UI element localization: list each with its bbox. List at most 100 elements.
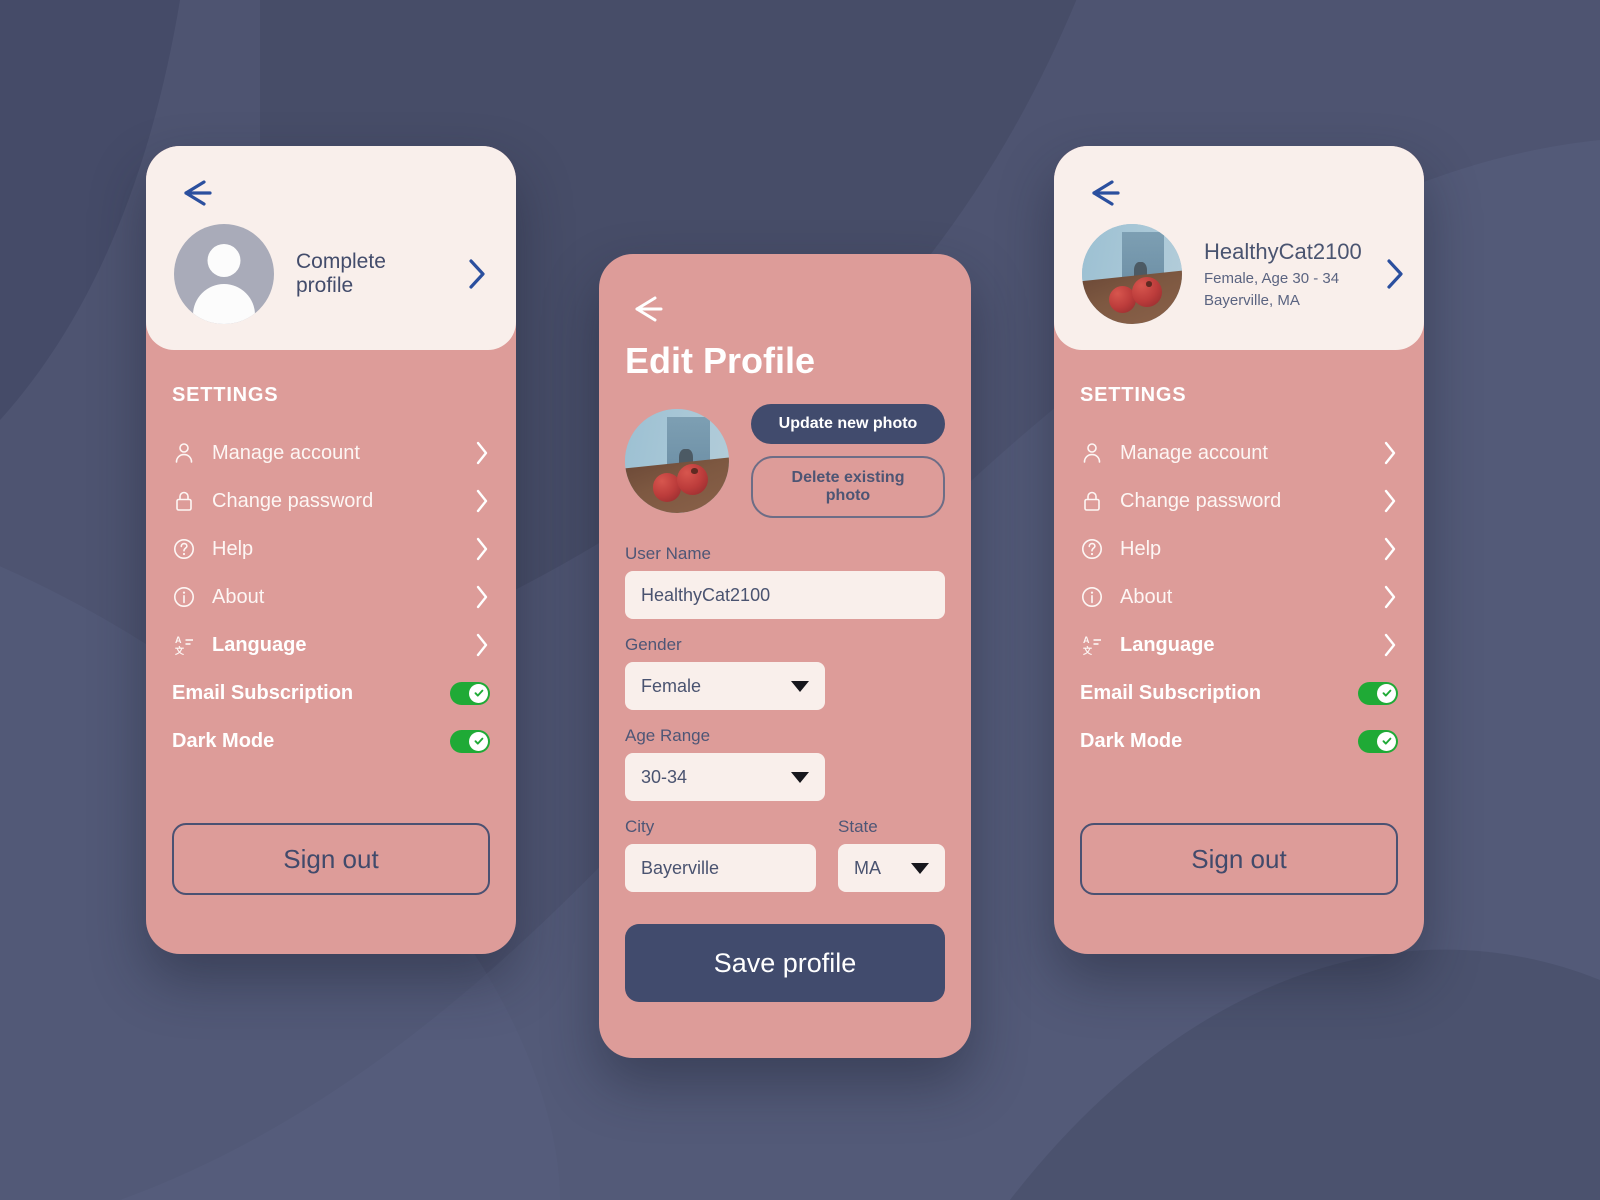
- user-icon: [175, 443, 193, 463]
- sign-out-button[interactable]: Sign out: [172, 823, 490, 895]
- setting-label: Dark Mode: [1080, 729, 1183, 752]
- username-input[interactable]: HealthyCat2100: [625, 571, 945, 619]
- info-circle-icon: [1082, 587, 1102, 607]
- settings-section-title: SETTINGS: [1080, 384, 1187, 406]
- chevron-down-icon: [791, 680, 809, 692]
- gender-value: Female: [641, 675, 702, 696]
- user-location: Bayerville, MA: [1204, 292, 1300, 309]
- profile-summary-row[interactable]: HealthyCat2100 Female, Age 30 - 34 Bayer…: [1082, 224, 1403, 324]
- back-arrow-icon[interactable]: [1082, 176, 1128, 210]
- state-label: State: [838, 817, 878, 836]
- back-arrow-icon[interactable]: [174, 176, 220, 210]
- chevron-right-icon[interactable]: [1382, 488, 1398, 514]
- chevron-right-icon[interactable]: [474, 440, 490, 466]
- user-demographics: Female, Age 30 - 34: [1204, 270, 1340, 287]
- user-name: HealthyCat2100: [1204, 239, 1362, 264]
- check-icon: [1382, 689, 1391, 697]
- gender-label: Gender: [625, 635, 682, 654]
- sidebar-item-language[interactable]: A 文 Language: [1080, 621, 1398, 669]
- setting-dark-mode[interactable]: Dark Mode: [1080, 717, 1398, 765]
- sidebar-item-language[interactable]: A 文 Language: [172, 621, 490, 669]
- question-circle-icon: [174, 539, 194, 559]
- page-title: Edit Profile: [625, 340, 816, 381]
- setting-email-subscription[interactable]: Email Subscription: [1080, 669, 1398, 717]
- user-icon: [1083, 443, 1101, 463]
- sidebar-item-label: Change password: [1120, 489, 1282, 512]
- svg-text:文: 文: [1082, 645, 1093, 656]
- question-circle-icon: [1082, 539, 1102, 559]
- user-photo-pomegranates: [1082, 224, 1182, 324]
- sidebar-item-label: Language: [1120, 633, 1215, 656]
- setting-email-subscription[interactable]: Email Subscription: [172, 669, 490, 717]
- city-state-row: City Bayerville State MA: [625, 817, 945, 908]
- chevron-right-icon[interactable]: [466, 257, 488, 291]
- sidebar-item-label: About: [1120, 585, 1173, 608]
- check-icon: [474, 737, 483, 745]
- sidebar-item-label: About: [212, 585, 265, 608]
- profile-card-complete[interactable]: HealthyCat2100 Female, Age 30 - 34 Bayer…: [1054, 146, 1424, 350]
- sidebar-item-label: Help: [1120, 537, 1162, 560]
- email-subscription-toggle[interactable]: [450, 681, 490, 705]
- username-label: User Name: [625, 544, 711, 563]
- state-value: MA: [854, 857, 882, 878]
- sidebar-item-manage-account[interactable]: Manage account: [1080, 429, 1398, 477]
- chevron-right-icon[interactable]: [1382, 584, 1398, 610]
- setting-label: Email Subscription: [172, 681, 354, 704]
- back-arrow-icon[interactable]: [625, 292, 671, 326]
- sidebar-item-about[interactable]: About: [1080, 573, 1398, 621]
- chevron-right-icon[interactable]: [474, 584, 490, 610]
- age-range-value: 30-34: [641, 766, 688, 787]
- chevron-right-icon[interactable]: [1384, 257, 1406, 291]
- toggle-knob: [1377, 731, 1396, 751]
- panel-profile-complete: HealthyCat2100 Female, Age 30 - 34 Bayer…: [1054, 146, 1424, 954]
- chevron-right-icon[interactable]: [1382, 536, 1398, 562]
- chevron-right-icon[interactable]: [474, 632, 490, 658]
- email-subscription-toggle[interactable]: [1358, 681, 1398, 705]
- check-icon: [1382, 737, 1391, 745]
- profile-card-incomplete[interactable]: Complete profile: [146, 146, 516, 350]
- update-new-photo-button[interactable]: Update new photo: [751, 404, 945, 444]
- default-user-avatar-icon: [174, 224, 274, 324]
- delete-existing-photo-button[interactable]: Delete existing photo: [751, 456, 945, 518]
- toggle-knob: [1377, 683, 1396, 703]
- setting-dark-mode[interactable]: Dark Mode: [172, 717, 490, 765]
- complete-profile-label: Complete profile: [296, 250, 386, 297]
- state-select[interactable]: MA: [838, 844, 945, 892]
- age-range-label: Age Range: [625, 726, 711, 745]
- sidebar-item-help[interactable]: Help: [1080, 525, 1398, 573]
- sidebar-item-label: Change password: [212, 489, 374, 512]
- chevron-right-icon[interactable]: [474, 536, 490, 562]
- profile-meta: HealthyCat2100 Female, Age 30 - 34 Bayer…: [1204, 239, 1362, 309]
- lock-icon: [176, 491, 192, 511]
- translate-icon: A 文: [1082, 635, 1101, 656]
- age-range-select[interactable]: 30-34: [625, 753, 825, 801]
- chevron-right-icon[interactable]: [1382, 440, 1398, 466]
- sidebar-item-label: Help: [212, 537, 254, 560]
- dark-mode-toggle[interactable]: [1358, 729, 1398, 753]
- user-photo-pomegranates[interactable]: [625, 409, 729, 513]
- translate-icon: A 文: [174, 635, 193, 656]
- settings-list-complete: SETTINGS Manage account Change password: [1054, 350, 1424, 895]
- sidebar-item-manage-account[interactable]: Manage account: [172, 429, 490, 477]
- profile-summary-row[interactable]: Complete profile: [174, 224, 488, 324]
- sidebar-item-about[interactable]: About: [172, 573, 490, 621]
- svg-text:A: A: [175, 635, 182, 645]
- toggle-knob: [469, 731, 488, 751]
- sidebar-item-change-password[interactable]: Change password: [1080, 477, 1398, 525]
- toggle-knob: [469, 683, 488, 703]
- dark-mode-toggle[interactable]: [450, 729, 490, 753]
- city-input[interactable]: Bayerville: [625, 844, 817, 892]
- svg-text:A: A: [1083, 635, 1090, 645]
- settings-list-incomplete: SETTINGS Manage account Change password: [146, 350, 516, 895]
- chevron-down-icon: [791, 771, 809, 783]
- check-icon: [474, 689, 483, 697]
- gender-select[interactable]: Female: [625, 662, 825, 710]
- sidebar-item-change-password[interactable]: Change password: [172, 477, 490, 525]
- chevron-right-icon[interactable]: [474, 488, 490, 514]
- city-label: City: [625, 817, 655, 836]
- save-profile-button[interactable]: Save profile: [625, 924, 945, 1002]
- sidebar-item-help[interactable]: Help: [172, 525, 490, 573]
- panel-edit-profile: Edit Profile Update new photo Delete exi…: [599, 254, 971, 1058]
- chevron-right-icon[interactable]: [1382, 632, 1398, 658]
- sign-out-button[interactable]: Sign out: [1080, 823, 1398, 895]
